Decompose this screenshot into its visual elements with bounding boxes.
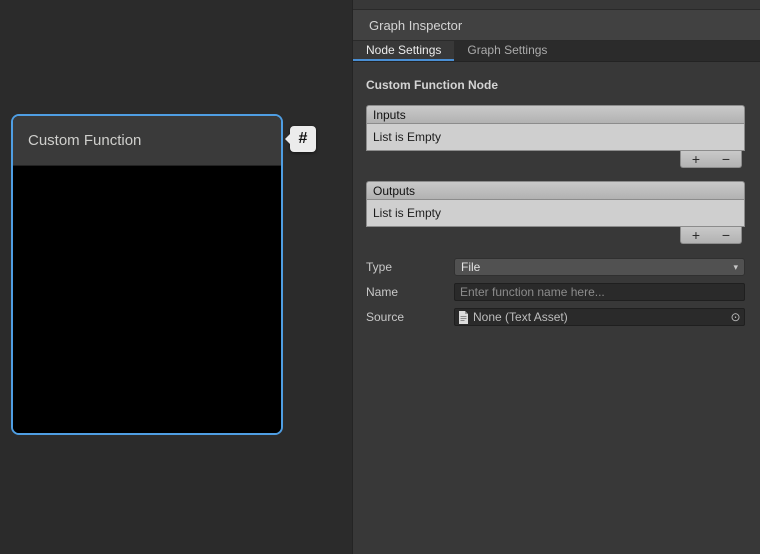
node-fields: Type File ▾ Name Source	[366, 258, 745, 326]
inputs-list-body: List is Empty	[366, 124, 745, 151]
section-title: Custom Function Node	[366, 78, 745, 92]
hash-icon: #	[299, 130, 308, 148]
function-name-input[interactable]	[454, 283, 745, 301]
outputs-list: Outputs List is Empty + −	[366, 181, 745, 244]
inputs-list-empty-text: List is Empty	[367, 124, 744, 144]
outputs-list-header: Outputs	[366, 181, 745, 200]
text-asset-icon	[458, 311, 469, 324]
inspector-tabs: Node Settings Graph Settings	[353, 41, 760, 62]
outputs-list-footer: + −	[680, 227, 742, 244]
outputs-remove-button[interactable]: −	[711, 228, 741, 242]
inspector-title: Graph Inspector	[369, 18, 462, 33]
name-label: Name	[366, 285, 454, 299]
graph-inspector-panel: Graph Inspector Node Settings Graph Sett…	[352, 0, 760, 554]
outputs-list-title: Outputs	[373, 184, 415, 198]
tab-graph-settings[interactable]: Graph Settings	[454, 41, 560, 61]
outputs-list-body: List is Empty	[366, 200, 745, 227]
inputs-add-button[interactable]: +	[681, 152, 711, 166]
type-dropdown[interactable]: File ▾	[454, 258, 745, 276]
type-field-row: Type File ▾	[366, 258, 745, 276]
node-hash-badge-icon[interactable]: #	[290, 126, 316, 152]
graph-canvas[interactable]: Custom Function #	[0, 0, 352, 554]
inspector-header[interactable]: Graph Inspector	[353, 9, 760, 41]
name-field-row: Name	[366, 283, 745, 301]
source-field-row: Source None (Text Asset) ⊙	[366, 308, 745, 326]
inputs-list-header: Inputs	[366, 105, 745, 124]
inputs-list-title: Inputs	[373, 108, 406, 122]
outputs-list-empty-text: List is Empty	[367, 200, 744, 220]
tab-graph-settings-label: Graph Settings	[467, 43, 547, 57]
type-label: Type	[366, 260, 454, 274]
source-object-field[interactable]: None (Text Asset) ⊙	[454, 308, 745, 326]
inputs-remove-button[interactable]: −	[711, 152, 741, 166]
tab-node-settings[interactable]: Node Settings	[353, 41, 454, 61]
node-title: Custom Function	[28, 132, 141, 149]
node-header[interactable]: Custom Function	[13, 116, 281, 166]
custom-function-node[interactable]: Custom Function	[11, 114, 283, 435]
tab-node-settings-label: Node Settings	[366, 43, 441, 57]
inputs-list: Inputs List is Empty + −	[366, 105, 745, 168]
source-object-value: None (Text Asset)	[473, 310, 568, 324]
type-dropdown-value: File	[461, 260, 480, 274]
inspector-content: Custom Function Node Inputs List is Empt…	[353, 78, 760, 326]
object-picker-icon[interactable]: ⊙	[727, 309, 744, 325]
node-preview-area	[13, 166, 281, 435]
inputs-list-footer: + −	[680, 151, 742, 168]
source-label: Source	[366, 310, 454, 324]
chevron-down-icon: ▾	[733, 262, 738, 273]
outputs-add-button[interactable]: +	[681, 228, 711, 242]
